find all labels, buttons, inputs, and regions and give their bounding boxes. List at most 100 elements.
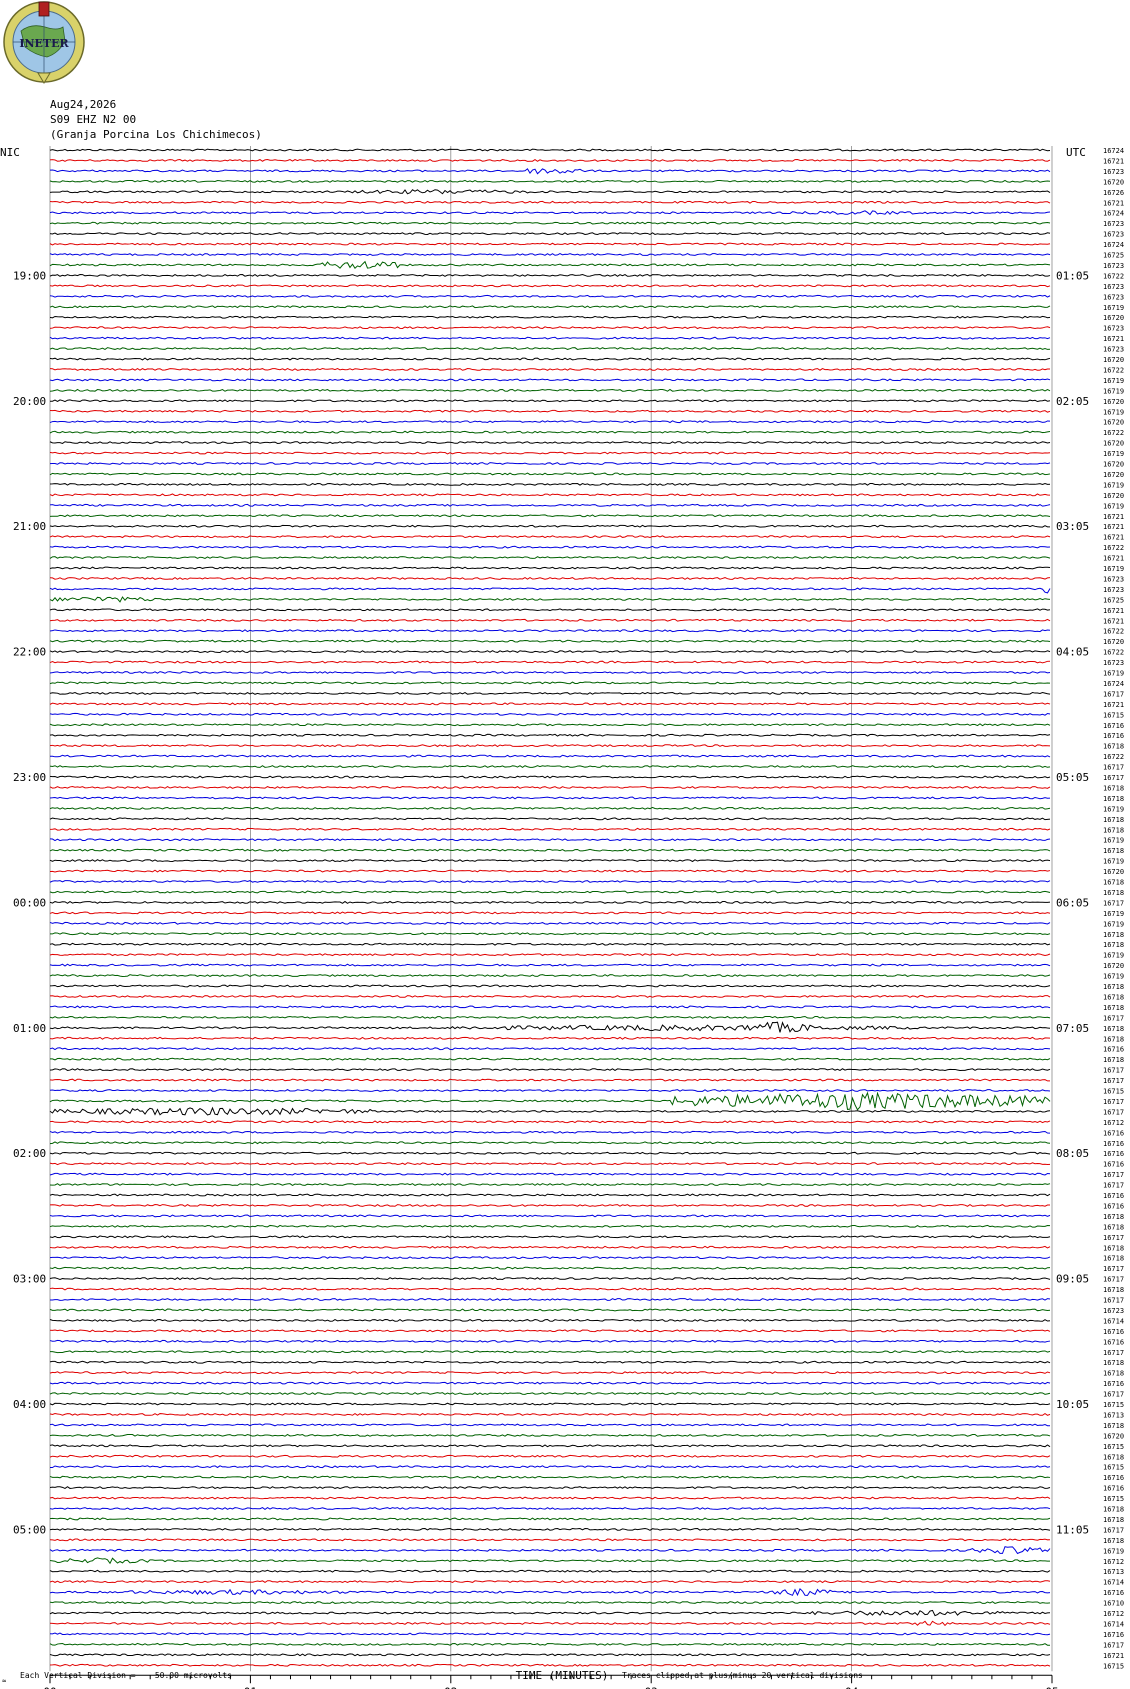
trace-count-label: 16718	[1103, 1035, 1124, 1043]
trace-line	[49, 1106, 1051, 1116]
trace-count-label: 16716	[1103, 1474, 1124, 1482]
trace-count-label: 16719	[1103, 565, 1124, 573]
trace-line	[49, 367, 1051, 371]
trace-line	[49, 566, 1051, 570]
trace-line	[49, 514, 1051, 518]
trace-line	[49, 1392, 1051, 1395]
trace-line	[49, 1091, 1051, 1111]
trace-line	[49, 1402, 1051, 1406]
x-tick-label: 03	[645, 1685, 658, 1689]
trace-count-label: 16717	[1103, 1276, 1124, 1284]
trace-line	[49, 911, 1051, 915]
trace-line	[49, 1068, 1051, 1072]
trace-count-label: 16718	[1103, 941, 1124, 949]
trace-count-label: 16721	[1103, 701, 1124, 709]
trace-line	[49, 754, 1051, 758]
trace-line	[49, 1005, 1051, 1009]
trace-count-label: 16712	[1103, 1610, 1124, 1618]
trace-count-label: 16717	[1103, 1265, 1124, 1273]
trace-line	[49, 796, 1051, 800]
trace-line	[49, 1496, 1051, 1500]
trace-line	[49, 1078, 1051, 1082]
trace-line	[49, 786, 1051, 789]
trace-count-label: 16724	[1103, 241, 1124, 249]
trace-line	[49, 723, 1051, 727]
trace-count-label: 16722	[1103, 753, 1124, 761]
x-tick-label: 04	[845, 1685, 859, 1689]
trace-line	[49, 890, 1051, 894]
trace-line	[49, 744, 1051, 748]
trace-line	[49, 618, 1051, 622]
trace-count-label: 16710	[1103, 1600, 1124, 1608]
trace-count-label: 16713	[1103, 1411, 1124, 1419]
trace-count-label: 16716	[1103, 722, 1124, 730]
trace-count-label: 16718	[1103, 1255, 1124, 1263]
trace-count-label: 16719	[1103, 450, 1124, 458]
trace-line	[49, 347, 1051, 351]
trace-count-label: 16718	[1103, 1223, 1124, 1231]
trace-count-label: 16716	[1103, 1485, 1124, 1493]
trace-line	[49, 859, 1051, 863]
trace-count-label: 16718	[1103, 1359, 1124, 1367]
trace-count-label: 16716	[1103, 1380, 1124, 1388]
utc-hour-label: 10:05	[1056, 1398, 1089, 1411]
trace-line	[49, 409, 1051, 413]
trace-count-label: 16719	[1103, 858, 1124, 866]
trace-count-label: 16718	[1103, 1244, 1124, 1252]
trace-count-label: 16723	[1103, 325, 1124, 333]
trace-line	[49, 305, 1051, 309]
trace-count-label: 16717	[1103, 774, 1124, 782]
trace-line	[49, 556, 1051, 560]
trace-count-label: 16723	[1103, 231, 1124, 239]
trace-line	[49, 608, 1051, 612]
trace-line	[49, 357, 1051, 361]
trace-count-label: 16722	[1103, 544, 1124, 552]
trace-line	[49, 451, 1051, 455]
trace-count-label: 16718	[1103, 826, 1124, 834]
trace-line	[49, 1130, 1051, 1134]
trace-count-label: 16718	[1103, 1213, 1124, 1221]
trace-line	[49, 1507, 1051, 1511]
trace-count-label: 16725	[1103, 596, 1124, 604]
trace-line	[49, 733, 1051, 737]
trace-line	[49, 1162, 1051, 1166]
trace-count-label: 16722	[1103, 649, 1124, 657]
trace-count-label: 16716	[1103, 1202, 1124, 1210]
clip-note: Traces clipped at plus/minus 20 vertical…	[622, 1671, 863, 1680]
trace-count-label: 16720	[1103, 440, 1124, 448]
left-axis-label: NIC	[0, 146, 20, 159]
trace-line	[49, 1224, 1051, 1228]
trace-count-label: 16716	[1103, 1338, 1124, 1346]
trace-count-label: 16718	[1103, 1506, 1124, 1514]
trace-count-label: 16720	[1103, 178, 1124, 186]
trace-line	[49, 1015, 1051, 1019]
trace-count-label: 16721	[1103, 534, 1124, 542]
trace-line	[49, 629, 1051, 633]
trace-line	[49, 691, 1051, 695]
trace-count-label: 16718	[1103, 931, 1124, 939]
trace-count-label: 16717	[1103, 1098, 1124, 1106]
trace-line	[49, 1569, 1051, 1573]
trace-count-label: 16720	[1103, 471, 1124, 479]
trace-count-label: 16725	[1103, 252, 1124, 260]
trace-count-label: 16719	[1103, 805, 1124, 813]
trace-line	[49, 210, 1051, 216]
trace-line	[49, 221, 1051, 225]
trace-count-label: 16718	[1103, 1056, 1124, 1064]
trace-line	[49, 399, 1051, 403]
trace-count-label: 16720	[1103, 638, 1124, 646]
trace-line	[49, 671, 1051, 674]
trace-line	[49, 1360, 1051, 1364]
trace-count-label: 16717	[1103, 764, 1124, 772]
trace-count-label: 16718	[1103, 816, 1124, 824]
trace-line	[49, 932, 1051, 936]
trace-count-label: 16723	[1103, 262, 1124, 270]
trace-line	[49, 1151, 1051, 1155]
trace-count-label: 16719	[1103, 952, 1124, 960]
trace-count-label: 16719	[1103, 920, 1124, 928]
trace-count-label: 16720	[1103, 1432, 1124, 1440]
trace-line	[49, 545, 1051, 549]
trace-count-label: 16720	[1103, 492, 1124, 500]
trace-line	[49, 388, 1051, 392]
trace-line	[49, 1089, 1051, 1092]
